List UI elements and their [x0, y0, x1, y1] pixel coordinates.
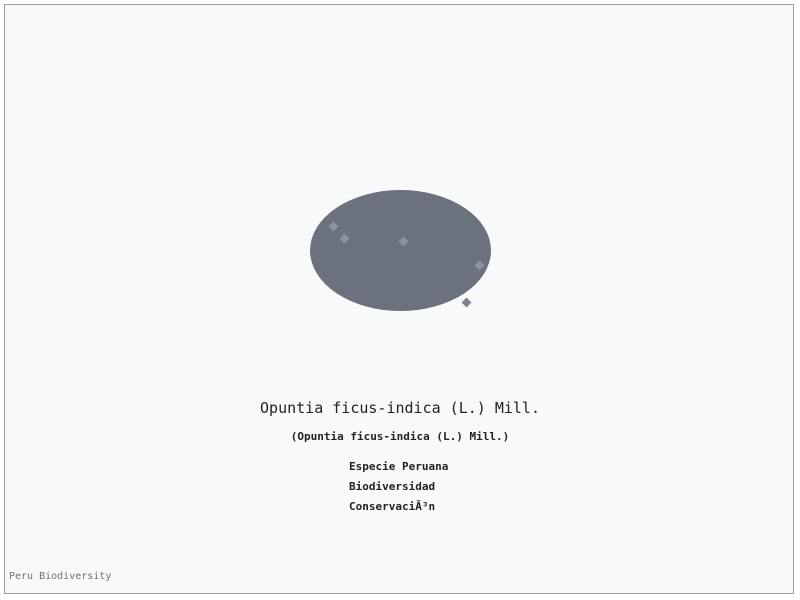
tag-peruvian-species: Especie Peruana [349, 460, 449, 473]
tag-conservation: ConservaciÃ³n [349, 500, 436, 513]
footer-credit: Peru Biodiversity [9, 571, 112, 582]
species-subtitle: (Opuntia ficus-indica (L.) Mill.) [290, 430, 510, 443]
cactus-pad-placeholder-icon [310, 190, 491, 311]
tag-list: Especie Peruana Biodiversidad Conservaci… [349, 459, 448, 519]
species-title: Opuntia ficus-indica (L.) Mill. [260, 399, 540, 417]
tag-biodiversity: Biodiversidad [349, 480, 436, 493]
